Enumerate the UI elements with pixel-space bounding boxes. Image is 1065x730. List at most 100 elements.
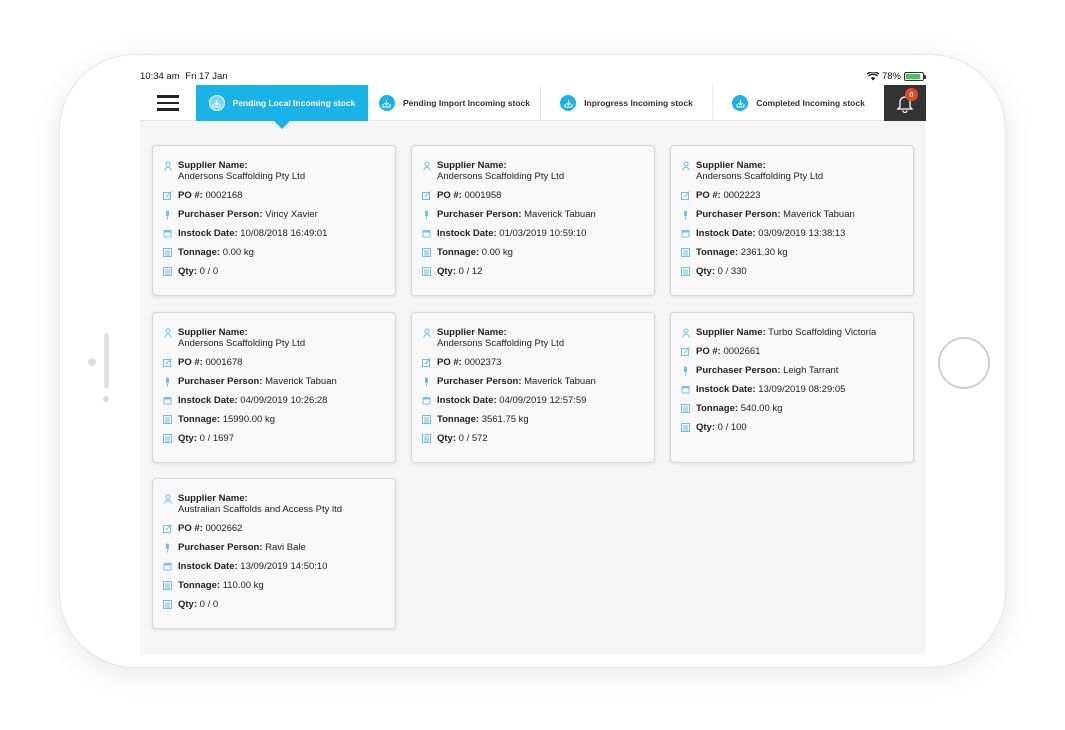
scale-icon — [422, 433, 431, 444]
tab-label: Completed Incoming stock — [756, 98, 865, 108]
tonnage-value: 3561.75 kg — [481, 414, 529, 425]
qty-row: Qty: 0 / 100 — [681, 422, 903, 433]
tonnage-row: Tonnage: 0.00 kg — [422, 247, 644, 258]
qty-row: Qty: 0 / 1697 — [163, 433, 385, 444]
supplier-name: Andersons Scaffolding Pty Ltd — [178, 338, 306, 349]
status-date: Fri 17 Jan — [185, 70, 228, 82]
instock-row: Instock Date: 13/09/2019 14:50:10 — [163, 561, 385, 572]
supplier-name: Andersons Scaffolding Pty Ltd — [437, 171, 565, 182]
qty-value: 0 / 1697 — [199, 433, 234, 444]
scale-icon — [681, 403, 690, 414]
purchaser-name: Maverick Tabuan — [783, 209, 855, 220]
tab-pending-local[interactable]: Pending Local Incoming stock — [196, 85, 368, 129]
tab-pending-import[interactable]: Pending Import Incoming stock — [368, 85, 540, 121]
instock-date: 13/09/2019 08:29:05 — [758, 384, 846, 395]
qty-value: 0 / 0 — [199, 266, 219, 277]
order-card[interactable]: Supplier Name: Andersons Scaffolding Pty … — [152, 145, 396, 296]
scale-icon — [163, 580, 172, 591]
scale-icon — [681, 266, 690, 277]
tonnage-value: 15990.00 kg — [222, 414, 275, 425]
tonnage-row: Tonnage: 3561.75 kg — [422, 414, 644, 425]
instock-date: 01/03/2019 10:59:10 — [499, 228, 587, 239]
tab-completed[interactable]: Completed Incoming stock — [712, 85, 884, 121]
microphone-icon — [681, 209, 690, 220]
qty-row: Qty: 0 / 0 — [163, 266, 385, 277]
instock-date: 04/09/2019 10:26:28 — [240, 395, 328, 406]
instock-row: Instock Date: 10/08/2018 16:49:01 — [163, 228, 385, 239]
po-number: 0002662 — [205, 523, 243, 534]
supplier-row: Supplier Name: Turbo Scaffolding Victori… — [681, 327, 903, 338]
instock-row: Instock Date: 03/09/2019 13:38:13 — [681, 228, 903, 239]
instock-row: Instock Date: 04/09/2019 10:26:28 — [163, 395, 385, 406]
scale-icon — [163, 247, 172, 258]
person-icon — [681, 160, 690, 171]
tonnage-row: Tonnage: 15990.00 kg — [163, 414, 385, 425]
purchaser-row: Purchaser Person: Leigh Tarrant — [681, 365, 903, 376]
tab-label: Pending Import Incoming stock — [402, 98, 531, 108]
qty-row: Qty: 0 / 330 — [681, 266, 903, 277]
supplier-row: Supplier Name: Andersons Scaffolding Pty … — [163, 327, 385, 349]
purchaser-name: Ravi Bale — [265, 542, 306, 553]
order-card[interactable]: Supplier Name: Australian Scaffolds and A… — [152, 478, 396, 629]
order-card[interactable]: Supplier Name: Andersons Scaffolding Pty … — [411, 145, 655, 296]
device-camera-dot — [88, 358, 96, 366]
download-icon — [208, 95, 225, 111]
scale-icon — [681, 247, 690, 258]
supplier-name: Andersons Scaffolding Pty Ltd — [437, 338, 565, 349]
tab-bar: Pending Local Incoming stock Pending Imp… — [140, 85, 926, 129]
app-screen: 10:34 am Fri 17 Jan 78% Pending Local In… — [140, 67, 926, 655]
home-button[interactable] — [938, 337, 990, 389]
purchaser-row: Purchaser Person: Maverick Tabuan — [681, 209, 903, 220]
qty-row: Qty: 0 / 0 — [163, 599, 385, 610]
supplier-name: Turbo Scaffolding Victoria — [768, 327, 877, 338]
qty-value: 0 / 100 — [717, 422, 747, 433]
tonnage-row: Tonnage: 540.00 kg — [681, 403, 903, 414]
tonnage-row: Tonnage: 2361.30 kg — [681, 247, 903, 258]
tab-inprogress[interactable]: Inprogress Incoming stock — [540, 85, 712, 121]
supplier-row: Supplier Name: Andersons Scaffolding Pty … — [422, 327, 644, 349]
tonnage-value: 2361.30 kg — [740, 247, 788, 258]
qty-value: 0 / 330 — [717, 266, 747, 277]
calendar-icon — [163, 395, 172, 406]
tab-label: Pending Local Incoming stock — [232, 98, 356, 108]
supplier-name: Andersons Scaffolding Pty Ltd — [178, 171, 306, 182]
order-card[interactable]: Supplier Name: Andersons Scaffolding Pty … — [411, 312, 655, 463]
scale-icon — [163, 433, 172, 444]
qty-row: Qty: 0 / 572 — [422, 433, 644, 444]
scale-icon — [681, 422, 690, 433]
edit-icon — [422, 357, 431, 368]
supplier-row: Supplier Name: Australian Scaffolds and A… — [163, 493, 385, 515]
edit-icon — [163, 523, 172, 534]
po-row: PO #: 0001678 — [163, 357, 385, 368]
purchaser-row: Purchaser Person: Maverick Tabuan — [422, 209, 644, 220]
po-row: PO #: 0002373 — [422, 357, 644, 368]
purchaser-row: Purchaser Person: Maverick Tabuan — [163, 376, 385, 387]
order-card[interactable]: Supplier Name: Andersons Scaffolding Pty … — [670, 145, 914, 296]
po-number: 0001678 — [205, 357, 243, 368]
battery-icon — [904, 71, 926, 81]
purchaser-row: Purchaser Person: Ravi Bale — [163, 542, 385, 553]
scale-icon — [422, 247, 431, 258]
status-bar: 10:34 am Fri 17 Jan 78% — [140, 67, 926, 85]
tonnage-row: Tonnage: 110.00 kg — [163, 580, 385, 591]
wifi-icon — [866, 71, 879, 80]
microphone-icon — [422, 209, 431, 220]
scale-icon — [422, 266, 431, 277]
purchaser-name: Maverick Tabuan — [265, 376, 337, 387]
order-card[interactable]: Supplier Name: Turbo Scaffolding Victori… — [670, 312, 914, 463]
person-icon — [163, 160, 172, 171]
po-number: 0002168 — [205, 190, 243, 201]
scale-icon — [163, 414, 172, 425]
person-icon — [422, 160, 431, 171]
menu-icon[interactable] — [140, 85, 196, 121]
instock-date: 04/09/2019 12:57:59 — [499, 395, 587, 406]
order-card[interactable]: Supplier Name: Andersons Scaffolding Pty … — [152, 312, 396, 463]
notifications-button[interactable]: 0 — [884, 85, 926, 121]
device-side-button — [104, 333, 109, 389]
supplier-row: Supplier Name: Andersons Scaffolding Pty … — [163, 160, 385, 182]
po-number: 0002223 — [723, 190, 761, 201]
supplier-row: Supplier Name: Andersons Scaffolding Pty … — [422, 160, 644, 182]
instock-date: 10/08/2018 16:49:01 — [240, 228, 328, 239]
calendar-icon — [681, 384, 690, 395]
scale-icon — [163, 599, 172, 610]
